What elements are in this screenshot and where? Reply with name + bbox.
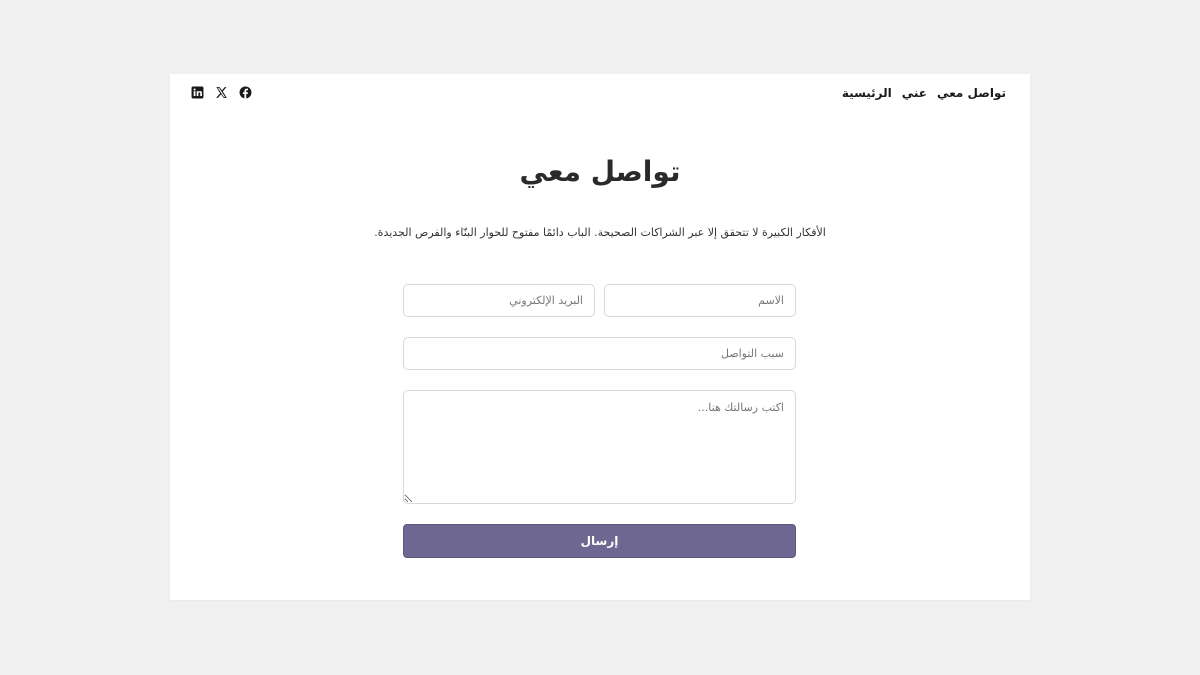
page-title: تواصل معي xyxy=(519,155,681,188)
facebook-icon[interactable] xyxy=(239,86,252,99)
nav-item-home[interactable]: الرئيسية xyxy=(842,86,892,100)
linkedin-icon[interactable] xyxy=(191,86,204,99)
x-icon[interactable] xyxy=(215,86,228,99)
main-nav: الرئيسية عني تواصل معي xyxy=(842,86,1006,100)
nav-item-contact[interactable]: تواصل معي xyxy=(937,86,1006,100)
message-textarea[interactable] xyxy=(403,390,796,504)
social-links xyxy=(191,86,252,99)
top-bar: الرئيسية عني تواصل معي xyxy=(170,74,1030,114)
submit-button[interactable]: إرسال xyxy=(403,524,796,558)
contact-card: الرئيسية عني تواصل معي تواصل معي الأفكار… xyxy=(170,74,1030,600)
name-input[interactable] xyxy=(604,284,796,317)
email-input[interactable] xyxy=(403,284,595,317)
nav-item-about[interactable]: عني xyxy=(902,86,927,100)
reason-input[interactable] xyxy=(403,337,796,370)
page-subtitle: الأفكار الكبيرة لا تتحقق إلا عبر الشراكا… xyxy=(374,226,826,239)
